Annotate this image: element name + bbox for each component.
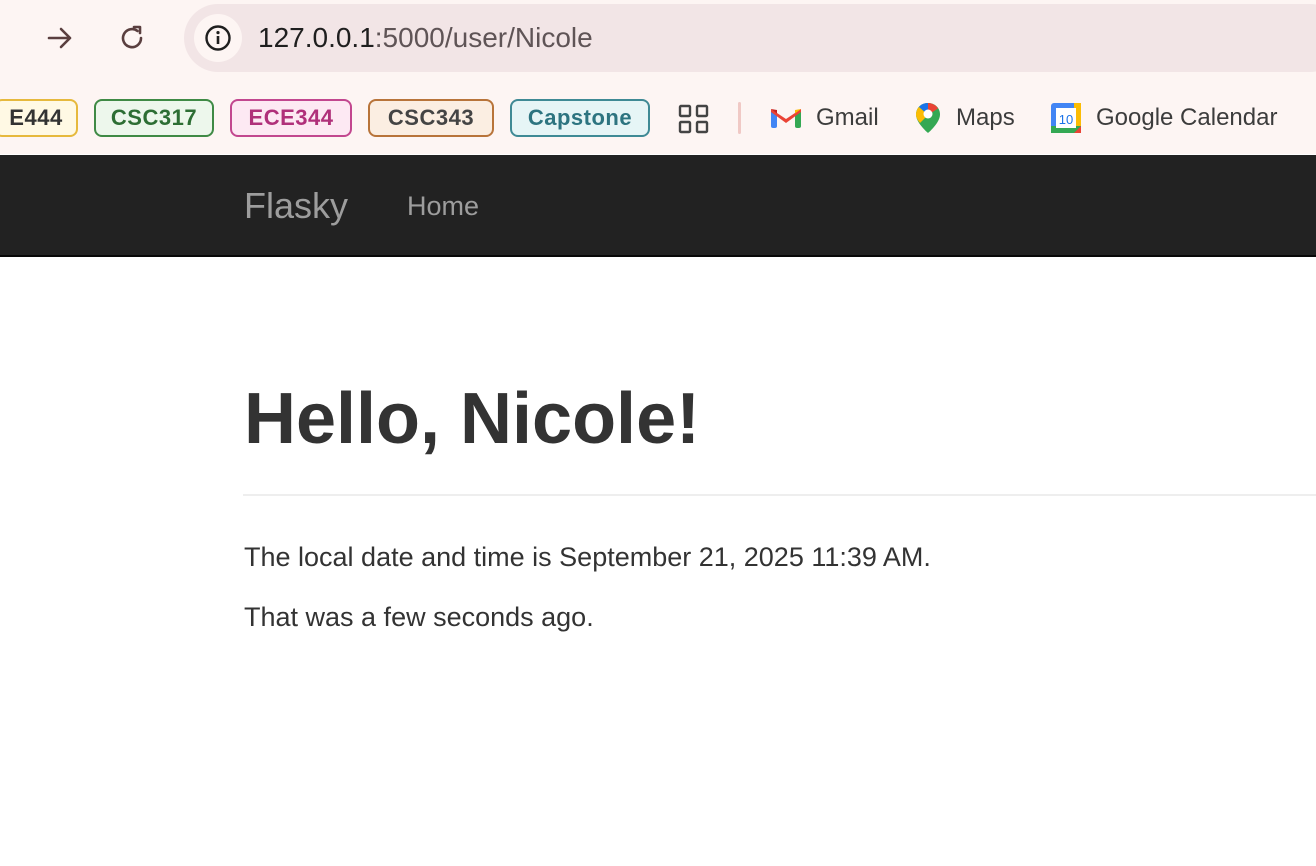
forward-button[interactable] [36,14,84,62]
arrow-right-icon [47,27,72,49]
bookmark-ece344[interactable]: ECE344 [230,99,352,137]
apps-button[interactable] [678,104,710,134]
bookmark-gmail[interactable]: Gmail [770,98,879,138]
info-icon [205,25,231,51]
maps-label: Maps [956,104,1015,131]
bookmark-label: Capstone [527,105,633,130]
navbar: Flasky Home [0,155,1316,257]
url-text[interactable]: 127.0.0.1:5000/user/Nicole [258,22,593,54]
gmail-icon [770,106,802,130]
address-bar[interactable]: 127.0.0.1:5000/user/Nicole [184,4,1316,72]
calendar-label: Google Calendar [1096,104,1278,131]
url-path: :5000/user/Nicole [374,22,593,53]
browser-toolbar: 127.0.0.1:5000/user/Nicole E444 CSC317 E… [0,0,1316,154]
bookmark-csc343[interactable]: CSC343 [368,99,494,137]
page-title: Hello, Nicole! [244,379,701,459]
bookmark-capstone[interactable]: Capstone [510,99,650,137]
gmail-label: Gmail [816,104,879,131]
bookmark-maps[interactable]: Maps [914,98,1015,138]
reload-icon [121,25,143,49]
nav-home-link[interactable]: Home [407,189,479,223]
calendar-icon: 10 [1050,102,1082,134]
site-info-button[interactable] [194,14,242,62]
bookmark-label: ECE344 [248,105,334,130]
bookmarks-bar: E444 CSC317 ECE344 CSC343 Capstone Gmail… [0,94,1316,142]
calendar-day: 10 [1059,112,1073,127]
bookmark-label: E444 [9,105,63,130]
bookmark-csc317[interactable]: CSC317 [94,99,214,137]
reload-button[interactable] [108,14,156,62]
bookmarks-separator [738,102,741,134]
bookmark-google-calendar[interactable]: 10 Google Calendar [1050,98,1277,138]
bookmark-label: CSC343 [387,105,475,130]
url-host: 127.0.0.1 [258,22,375,53]
header-divider [243,494,1316,496]
navbar-brand[interactable]: Flasky [244,185,348,227]
relative-time-text: That was a few seconds ago. [244,602,594,632]
maps-icon [914,101,942,135]
datetime-text: The local date and time is September 21,… [244,542,931,572]
bookmark-e444[interactable]: E444 [0,99,78,137]
apps-grid-icon [678,104,709,134]
bookmark-label: CSC317 [110,105,198,130]
